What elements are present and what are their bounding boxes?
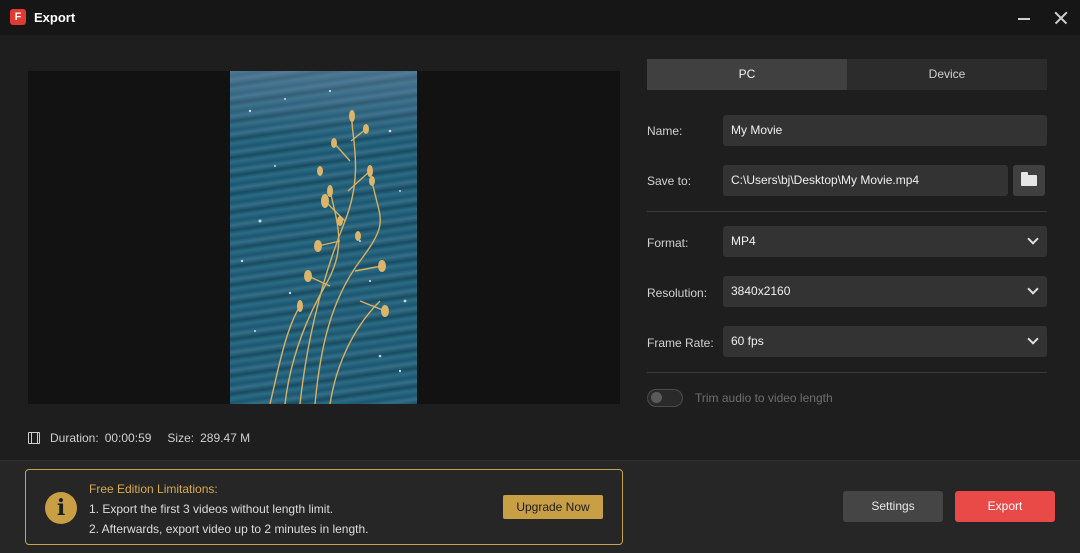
settings-button[interactable]: Settings bbox=[843, 491, 943, 522]
info-icon: i bbox=[45, 492, 77, 524]
format-label: Format: bbox=[647, 236, 689, 250]
chevron-down-icon bbox=[1027, 283, 1039, 295]
save-path-input[interactable]: C:\Users\bj\Desktop\My Movie.mp4 bbox=[723, 165, 1008, 196]
format-value: MP4 bbox=[731, 234, 756, 248]
name-label: Name: bbox=[647, 124, 683, 138]
export-button[interactable]: Export bbox=[955, 491, 1055, 522]
frame-rate-select[interactable]: 60 fps bbox=[723, 326, 1047, 357]
duration-value: 00:00:59 bbox=[104, 431, 152, 445]
tab-pc[interactable]: PC bbox=[647, 59, 847, 90]
export-target-tabs: PC Device bbox=[647, 59, 1047, 90]
duration-label: Duration: bbox=[50, 431, 99, 445]
chevron-down-icon bbox=[1027, 233, 1039, 245]
frame-rate-value: 60 fps bbox=[731, 334, 764, 348]
close-icon[interactable] bbox=[1048, 6, 1074, 30]
divider bbox=[647, 211, 1047, 212]
app-logo-icon: F bbox=[10, 9, 26, 25]
limitations-title: Free Edition Limitations: bbox=[89, 482, 218, 496]
size-value: 289.47 M bbox=[200, 431, 251, 445]
resolution-value: 3840x2160 bbox=[731, 284, 791, 298]
window-title: Export bbox=[34, 10, 76, 25]
toggle-knob bbox=[651, 392, 662, 403]
divider bbox=[647, 372, 1047, 373]
frame-rate-label: Frame Rate: bbox=[647, 336, 714, 350]
resolution-select[interactable]: 3840x2160 bbox=[723, 276, 1047, 307]
tab-device[interactable]: Device bbox=[847, 59, 1047, 90]
limitation-line-2: 2. Afterwards, export video up to 2 minu… bbox=[89, 522, 369, 536]
bottom-bar: i Free Edition Limitations: 1. Export th… bbox=[0, 460, 1080, 553]
video-preview bbox=[28, 71, 620, 404]
upgrade-now-button[interactable]: Upgrade Now bbox=[503, 495, 603, 519]
video-thumbnail bbox=[230, 71, 417, 404]
free-edition-notice: i Free Edition Limitations: 1. Export th… bbox=[25, 469, 623, 545]
save-to-label: Save to: bbox=[647, 174, 692, 188]
resolution-label: Resolution: bbox=[647, 286, 708, 300]
format-select[interactable]: MP4 bbox=[723, 226, 1047, 257]
title-bar: F Export bbox=[0, 0, 1080, 35]
chevron-down-icon bbox=[1027, 333, 1039, 345]
size-label: Size: bbox=[167, 431, 195, 445]
minimize-icon[interactable] bbox=[1011, 6, 1037, 30]
video-info-bar: Duration: 00:00:59 Size: 289.47 M bbox=[28, 431, 266, 445]
folder-icon bbox=[1021, 172, 1037, 186]
trim-audio-toggle[interactable] bbox=[647, 389, 683, 407]
trim-audio-label: Trim audio to video length bbox=[695, 391, 833, 405]
browse-folder-button[interactable] bbox=[1013, 165, 1045, 196]
limitation-line-1: 1. Export the first 3 videos without len… bbox=[89, 502, 334, 516]
grass-plant-image bbox=[240, 89, 407, 404]
film-icon bbox=[28, 432, 40, 444]
name-input[interactable]: My Movie bbox=[723, 115, 1047, 146]
